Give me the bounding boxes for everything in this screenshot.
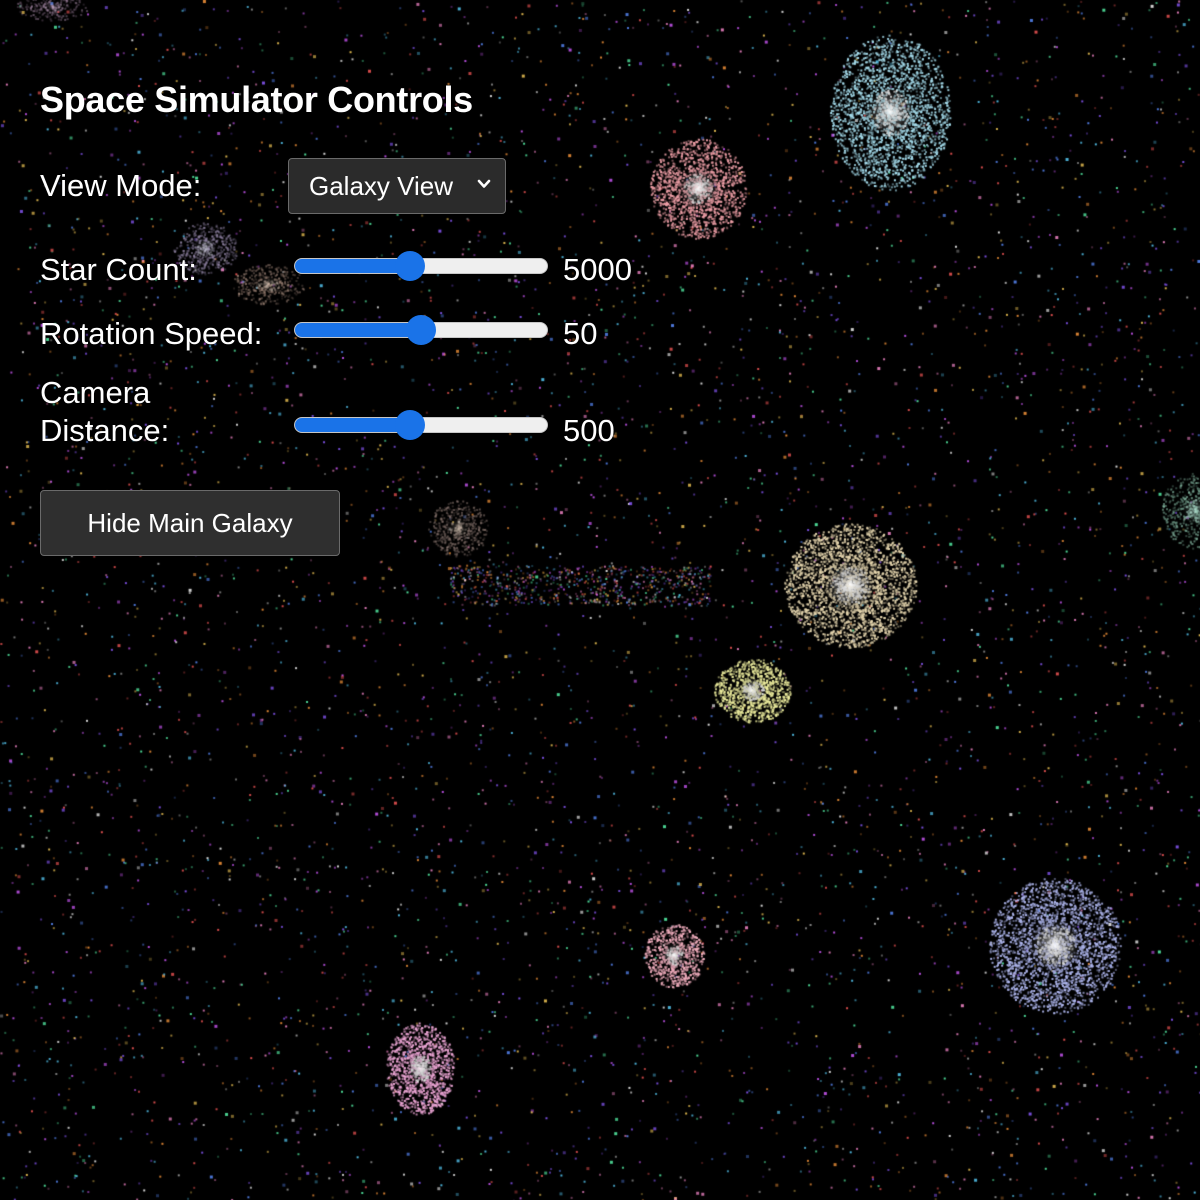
slider-fill [295, 418, 410, 432]
view-mode-label: View Mode: [40, 168, 202, 203]
controls-panel: Space Simulator Controls View Mode: Gala… [40, 78, 680, 556]
star-count-label: Star Count: [40, 252, 197, 287]
view-mode-select[interactable]: Galaxy View [288, 158, 506, 214]
star-count-slider[interactable] [294, 249, 548, 285]
panel-title: Space Simulator Controls [40, 79, 473, 120]
star-count-row: Star Count: 5000 [40, 248, 680, 288]
camera-distance-label-line2: Distance: [40, 413, 170, 448]
slider-thumb[interactable] [394, 410, 425, 440]
rotation-speed-value: 50 [563, 316, 598, 351]
slider-fill [295, 259, 410, 273]
camera-distance-value: 500 [563, 413, 615, 448]
slider-thumb[interactable] [394, 251, 425, 281]
slider-fill [295, 323, 422, 337]
rotation-speed-row: Rotation Speed: 50 [40, 312, 680, 352]
view-mode-row: View Mode: Galaxy View [40, 158, 680, 214]
slider-thumb[interactable] [406, 315, 436, 345]
rotation-speed-slider[interactable] [294, 313, 548, 349]
star-count-value: 5000 [563, 252, 632, 287]
chevron-down-icon [477, 179, 491, 188]
view-mode-selected-value: Galaxy View [309, 171, 454, 201]
hide-main-galaxy-button[interactable]: Hide Main Galaxy [40, 490, 340, 556]
camera-distance-slider[interactable] [294, 408, 548, 444]
camera-distance-label-line1: Camera [40, 375, 151, 410]
camera-distance-row: Camera Distance: 500 [40, 374, 680, 454]
rotation-speed-label: Rotation Speed: [40, 316, 263, 351]
